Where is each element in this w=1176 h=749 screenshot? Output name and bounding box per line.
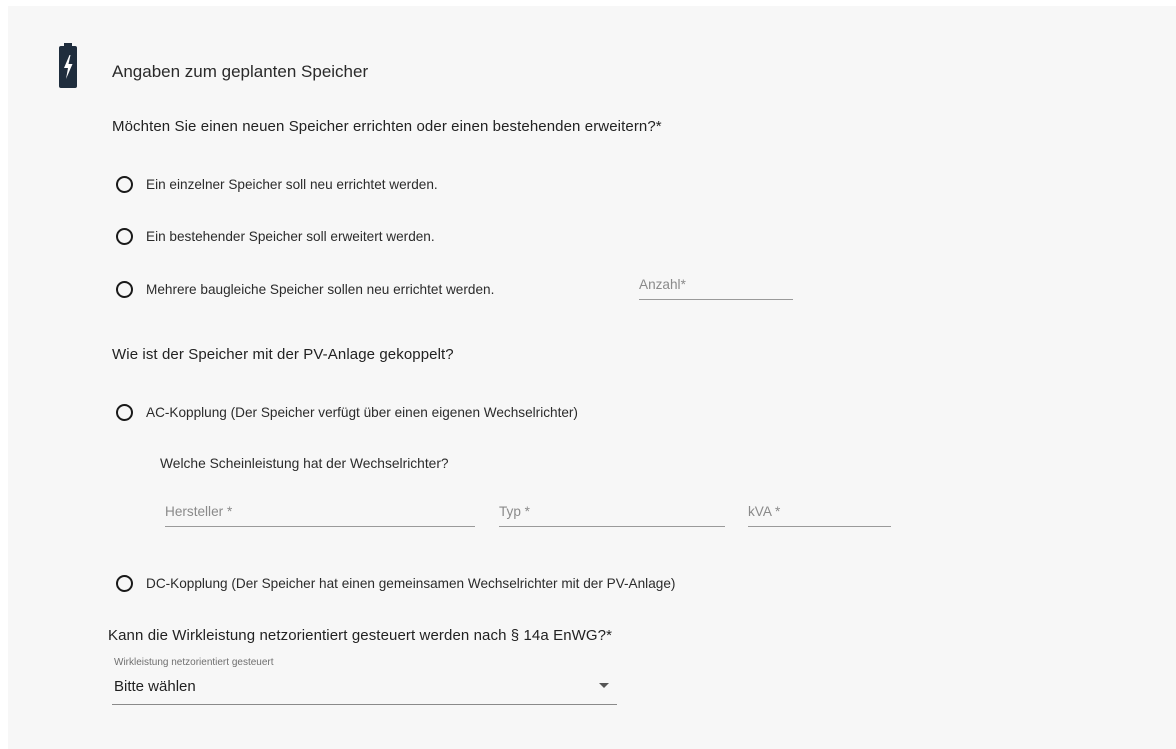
count-input[interactable] [639,269,793,299]
radio-circle[interactable] [116,175,133,193]
select-floating-label: Wirkleistung netzorientiert gesteuert [114,657,274,668]
question-coupling: Wie ist der Speicher mit der PV-Anlage g… [112,346,454,363]
radio-option-extend-existing[interactable]: Ein bestehender Speicher soll erweitert … [116,224,435,248]
radio-label: DC-Kopplung (Der Speicher hat einen geme… [146,575,676,591]
dropdown-arrow-icon[interactable] [599,683,609,688]
radio-label: Ein einzelner Speicher soll neu errichte… [146,176,438,192]
manufacturer-input[interactable] [165,496,475,526]
radio-option-dc-coupling[interactable]: DC-Kopplung (Der Speicher hat einen geme… [116,571,675,595]
type-field[interactable] [499,496,725,527]
radio-label: Ein bestehender Speicher soll erweitert … [146,228,435,244]
radio-circle[interactable] [116,574,133,592]
battery-charging-icon [59,43,77,88]
question-new-or-extend: Möchten Sie einen neuen Speicher erricht… [112,118,662,135]
kva-field[interactable] [748,496,891,527]
count-field[interactable] [639,269,793,300]
radio-option-single-new[interactable]: Ein einzelner Speicher soll neu errichte… [116,172,438,196]
radio-circle[interactable] [116,227,133,245]
radio-label: Mehrere baugleiche Speicher sollen neu e… [146,281,495,297]
inverter-question: Welche Scheinleistung hat der Wechselric… [160,456,449,471]
radio-option-ac-coupling[interactable]: AC-Kopplung (Der Speicher verfügt über e… [116,400,578,424]
section-title: Angaben zum geplanten Speicher [112,62,369,81]
radio-option-multiple-new[interactable]: Mehrere baugleiche Speicher sollen neu e… [116,277,494,301]
question-control: Kann die Wirkleistung netzorientiert ges… [108,627,613,644]
manufacturer-field[interactable] [165,496,475,527]
type-input[interactable] [499,496,725,526]
radio-label: AC-Kopplung (Der Speicher verfügt über e… [146,404,578,420]
select-value: Bitte wählen [114,678,196,695]
kva-input[interactable] [748,496,891,526]
control-select[interactable]: Wirkleistung netzorientiert gesteuert Bi… [112,655,617,705]
radio-circle[interactable] [116,280,133,298]
radio-circle[interactable] [116,403,133,421]
